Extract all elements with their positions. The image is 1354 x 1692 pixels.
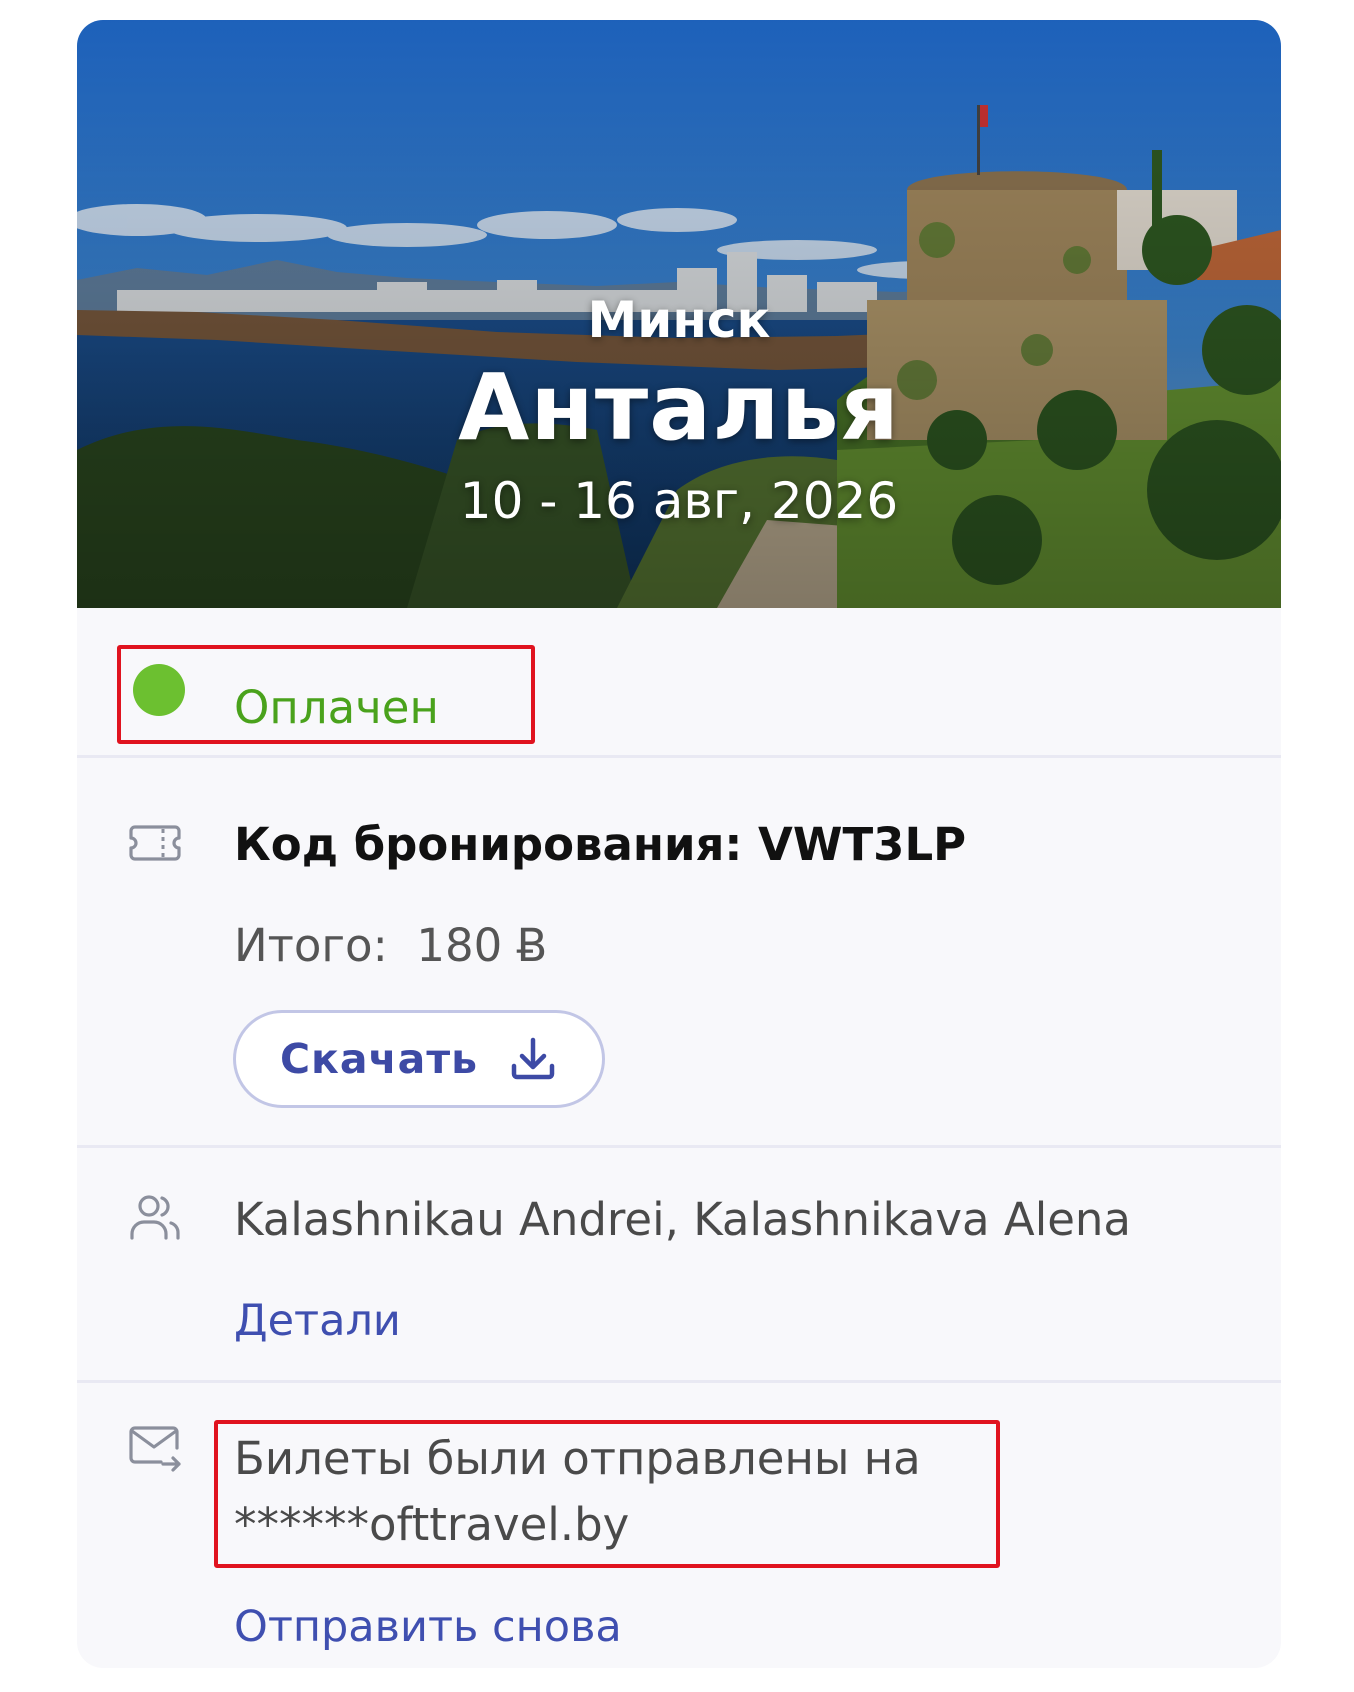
divider [77, 1380, 1281, 1383]
destination-city: Анталья [458, 354, 900, 461]
booking-code: Код бронирования: VWT3LP [234, 818, 967, 871]
email-highlight-box [214, 1420, 1000, 1568]
resend-link[interactable]: Отправить снова [234, 1606, 622, 1649]
download-icon [511, 1037, 555, 1080]
users-icon [130, 1195, 180, 1240]
passenger-names: Kalashnikau Andrei, Kalashnikava Alena [234, 1193, 1131, 1246]
mail-forward-icon [129, 1426, 181, 1472]
download-button[interactable]: Скачать [233, 1010, 605, 1108]
download-button-label: Скачать [279, 1035, 479, 1083]
details-link[interactable]: Детали [234, 1300, 401, 1343]
ticket-icon [129, 825, 181, 861]
status-highlight-box [117, 645, 535, 744]
divider [77, 1145, 1281, 1148]
origin-city: Минск [587, 291, 771, 349]
travel-dates: 10 - 16 авг, 2026 [459, 472, 899, 530]
order-card: Минск Анталья 10 - 16 авг, 2026 Оплачен … [77, 20, 1281, 1668]
total-price: Итого: 180 Ƀ [234, 919, 548, 972]
destination-hero-image: Минск Анталья 10 - 16 авг, 2026 [77, 20, 1281, 608]
divider [77, 755, 1281, 758]
